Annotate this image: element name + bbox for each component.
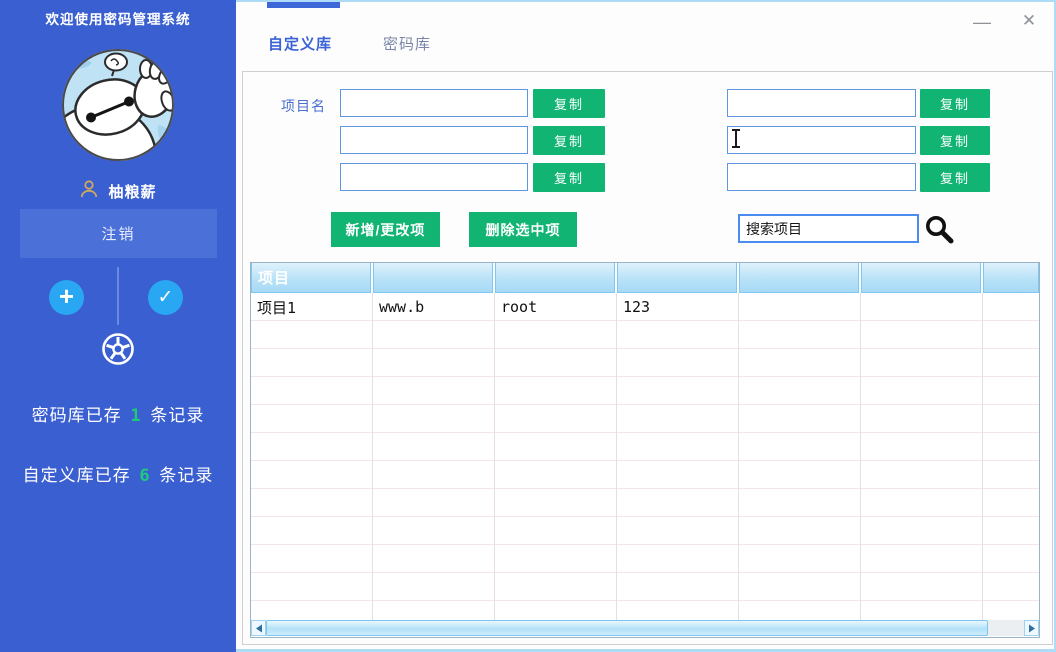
check-icon: ✓: [158, 286, 174, 309]
app-window: 欢迎使用密码管理系统: [0, 0, 1056, 652]
table-cell: root: [495, 293, 617, 321]
stat-prefix: 密码库已存: [32, 406, 122, 425]
table-cell: 123: [617, 293, 739, 321]
settings-wheel-icon: [100, 331, 136, 367]
add-or-update-button[interactable]: 新增/更改项: [331, 212, 440, 247]
table-body: 项目1 www.b root 123: [251, 293, 1039, 620]
minimize-icon: —: [973, 12, 991, 33]
stat-suffix: 条记录: [159, 466, 213, 485]
copy-button[interactable]: 复制: [920, 163, 990, 192]
close-icon: ✕: [1022, 11, 1036, 31]
table-header-row: 项目: [251, 263, 1039, 293]
user-row: 柚粮薪: [0, 179, 236, 204]
scroll-right-button[interactable]: [1024, 620, 1039, 636]
records-table: 项目 项目1 www.b root 123: [250, 262, 1040, 638]
tab-password-library[interactable]: 密码库: [383, 33, 431, 54]
minimize-button[interactable]: —: [966, 6, 998, 38]
table-row[interactable]: 项目1 www.b root 123: [251, 293, 1039, 321]
search-icon[interactable]: [923, 213, 955, 245]
copy-button[interactable]: 复制: [920, 89, 990, 118]
plus-icon: +: [59, 283, 74, 309]
avatar[interactable]: [58, 45, 178, 165]
close-button[interactable]: ✕: [1012, 4, 1046, 38]
copy-button[interactable]: 复制: [533, 126, 605, 155]
text-cursor: [731, 129, 741, 148]
header-cell[interactable]: [861, 263, 981, 293]
stat-count: 6: [136, 466, 153, 486]
horizontal-scrollbar[interactable]: [251, 620, 1039, 636]
copy-button[interactable]: 复制: [533, 163, 605, 192]
stat-prefix: 自定义库已存: [23, 466, 131, 485]
active-tab-indicator: [267, 2, 340, 8]
header-cell[interactable]: [617, 263, 737, 293]
table-cell: www.b: [373, 293, 495, 321]
scroll-right-icon: [1028, 624, 1036, 633]
table-cell: [739, 293, 861, 321]
project-name-input[interactable]: [340, 89, 528, 117]
copy-button[interactable]: 复制: [920, 126, 990, 155]
stat-count: 1: [127, 406, 144, 426]
user-icon: [79, 179, 99, 204]
confirm-button[interactable]: ✓: [148, 280, 183, 315]
custom-lib-count: 自定义库已存 6 条记录: [0, 461, 236, 486]
app-title: 欢迎使用密码管理系统: [0, 8, 236, 28]
header-cell[interactable]: [495, 263, 615, 293]
stat-suffix: 条记录: [150, 406, 204, 425]
scrollbar-track[interactable]: [988, 620, 1024, 636]
scroll-left-icon: [255, 624, 263, 633]
tab-custom-library[interactable]: 自定义库: [268, 33, 332, 54]
delete-selected-button[interactable]: 删除选中项: [469, 212, 577, 247]
table-cell: [861, 293, 983, 321]
add-record-button[interactable]: +: [49, 280, 84, 315]
project-name-label: 项目名: [281, 96, 326, 116]
table-cell: 项目1: [251, 293, 373, 321]
header-cell[interactable]: [739, 263, 859, 293]
settings-button[interactable]: [100, 331, 136, 367]
extra-field-2-input[interactable]: [727, 126, 916, 154]
header-cell[interactable]: [373, 263, 493, 293]
window-top-edge: [236, 0, 1056, 2]
extra-field-1-input[interactable]: [727, 89, 916, 117]
extra-field-3-input[interactable]: [727, 163, 916, 191]
logout-button[interactable]: 注销: [20, 209, 217, 258]
custom-field-3-input[interactable]: [340, 163, 528, 191]
header-cell[interactable]: [983, 263, 1039, 293]
sidebar: 欢迎使用密码管理系统: [0, 0, 236, 652]
button-divider: [117, 267, 119, 325]
scroll-left-button[interactable]: [251, 620, 266, 636]
password-lib-count: 密码库已存 1 条记录: [0, 401, 236, 426]
custom-field-2-input[interactable]: [340, 126, 528, 154]
copy-button[interactable]: 复制: [533, 89, 605, 118]
search-input[interactable]: [738, 214, 919, 243]
table-cell: [983, 293, 1039, 321]
scrollbar-thumb[interactable]: [266, 620, 988, 636]
username: 柚粮薪: [108, 181, 156, 202]
header-cell[interactable]: 项目: [251, 263, 371, 293]
